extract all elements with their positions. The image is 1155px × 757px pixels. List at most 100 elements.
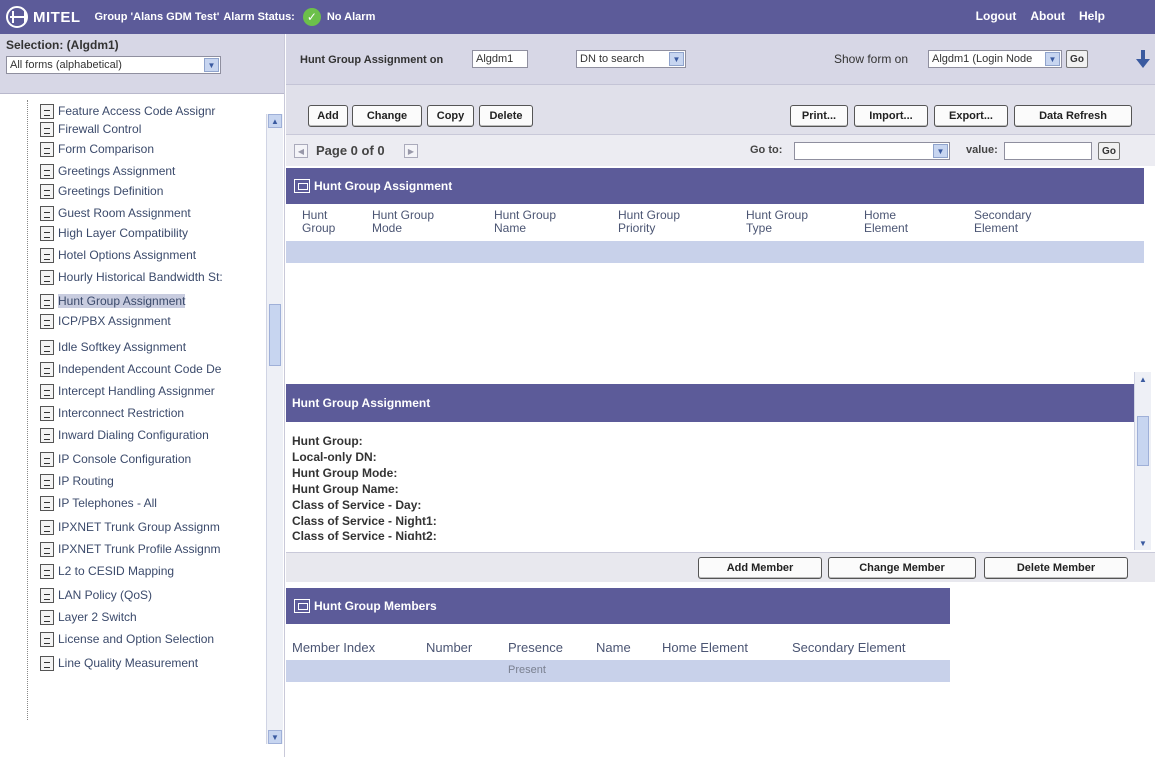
assignment-label: Hunt Group Assignment on bbox=[300, 54, 444, 66]
sidebar-item[interactable]: Hunt Group Assignment bbox=[40, 290, 265, 312]
column-header[interactable]: Hunt Group Name bbox=[494, 206, 618, 240]
sidebar-item[interactable]: Greetings Assignment bbox=[40, 160, 265, 182]
sidebar-item[interactable]: IP Routing bbox=[40, 470, 265, 492]
chevron-down-icon[interactable]: ▼ bbox=[1045, 52, 1060, 66]
form-icon bbox=[40, 247, 54, 263]
sidebar-item[interactable]: IPXNET Trunk Profile Assignm bbox=[40, 538, 265, 560]
add-member-button[interactable]: Add Member bbox=[698, 557, 822, 579]
scroll-down-icon[interactable]: ▼ bbox=[268, 730, 282, 744]
sidebar-item[interactable]: Layer 2 Switch bbox=[40, 606, 265, 628]
scroll-up-icon[interactable]: ▲ bbox=[1136, 372, 1150, 386]
sidebar-item[interactable]: Hourly Historical Bandwidth St: bbox=[40, 266, 265, 288]
table-row[interactable] bbox=[286, 241, 1144, 263]
grid-title: Hunt Group Assignment bbox=[314, 179, 453, 193]
show-form-select[interactable]: Algdm1 (Login Node ▼ bbox=[928, 50, 1062, 68]
sidebar-item[interactable]: Inward Dialing Configuration bbox=[40, 424, 265, 446]
sidebar-item[interactable]: Guest Room Assignment bbox=[40, 202, 265, 224]
delete-button[interactable]: Delete bbox=[479, 105, 533, 127]
form-icon bbox=[40, 141, 54, 157]
column-header[interactable]: Member Index bbox=[292, 640, 375, 655]
column-header[interactable]: Secondary Element bbox=[974, 206, 1084, 240]
scroll-down-icon[interactable]: ▼ bbox=[1136, 536, 1150, 550]
column-header[interactable]: Presence bbox=[508, 640, 563, 655]
next-page-icon[interactable]: ▶ bbox=[404, 144, 418, 158]
goto-select[interactable]: ▼ bbox=[794, 142, 950, 160]
sidebar-item[interactable]: ICP/PBX Assignment bbox=[40, 310, 265, 332]
prev-page-icon[interactable]: ◀ bbox=[294, 144, 308, 158]
alarm-status-label: Alarm Status: bbox=[223, 11, 295, 23]
sidebar-item[interactable]: Greetings Definition bbox=[40, 180, 265, 202]
sidebar-item[interactable]: Firewall Control bbox=[40, 118, 265, 140]
sidebar-item-label: Interconnect Restriction bbox=[58, 406, 185, 420]
top-links: Logout About Help bbox=[976, 9, 1105, 23]
sidebar-item[interactable]: Intercept Handling Assignmer bbox=[40, 380, 265, 402]
chevron-down-icon[interactable]: ▼ bbox=[669, 52, 684, 66]
form-icon bbox=[40, 383, 54, 399]
mitel-logo-icon bbox=[6, 6, 28, 28]
pager: ◀ Page 0 of 0 ▶ Go to: ▼ value: Go bbox=[286, 134, 1155, 166]
sidebar-item-label: Layer 2 Switch bbox=[58, 610, 137, 624]
form-icon bbox=[40, 313, 54, 329]
chevron-down-icon[interactable]: ▼ bbox=[204, 58, 219, 72]
sidebar-item[interactable]: Idle Softkey Assignment bbox=[40, 336, 265, 358]
grid-columns: Hunt Group Hunt Group Mode Hunt Group Na… bbox=[286, 206, 1155, 240]
sidebar-item-label: License and Option Selection bbox=[58, 632, 215, 646]
scroll-thumb[interactable] bbox=[269, 304, 281, 366]
copy-button[interactable]: Copy bbox=[427, 105, 474, 127]
sidebar-item[interactable]: License and Option Selection bbox=[40, 628, 265, 650]
form-icon bbox=[40, 519, 54, 535]
sidebar-item[interactable]: Independent Account Code De bbox=[40, 358, 265, 380]
value-go-button[interactable]: Go bbox=[1098, 142, 1120, 160]
sidebar-item[interactable]: Line Quality Measurement bbox=[40, 652, 265, 674]
change-member-button[interactable]: Change Member bbox=[828, 557, 976, 579]
sidebar-item[interactable]: IPXNET Trunk Group Assignm bbox=[40, 516, 265, 538]
form-icon bbox=[40, 225, 54, 241]
sidebar-item[interactable]: IP Telephones - All bbox=[40, 492, 265, 514]
change-button[interactable]: Change bbox=[352, 105, 422, 127]
column-header[interactable]: Hunt Group Mode bbox=[372, 206, 494, 240]
column-header[interactable]: Home Element bbox=[662, 640, 748, 655]
scroll-thumb[interactable] bbox=[1137, 416, 1149, 466]
sidebar-item-label: IPXNET Trunk Group Assignm bbox=[58, 520, 220, 534]
column-header[interactable]: Secondary Element bbox=[792, 640, 905, 655]
sidebar-item[interactable]: High Layer Compatibility bbox=[40, 222, 265, 244]
chevron-down-icon[interactable]: ▼ bbox=[933, 144, 948, 158]
sidebar-vertical-scrollbar[interactable]: ▲ ▼ bbox=[266, 114, 283, 744]
dn-search-select[interactable]: DN to search ▼ bbox=[576, 50, 686, 68]
detail-scrollbar[interactable]: ▲ ▼ bbox=[1134, 372, 1151, 550]
add-button[interactable]: Add bbox=[308, 105, 348, 127]
sidebar-item[interactable]: IP Console Configuration bbox=[40, 448, 265, 470]
table-row[interactable]: Present bbox=[286, 660, 950, 682]
sidebar-item-label: Form Comparison bbox=[58, 142, 155, 156]
column-header[interactable]: Home Element bbox=[864, 206, 974, 240]
column-header[interactable]: Hunt Group bbox=[286, 206, 372, 240]
sidebar-item[interactable]: Form Comparison bbox=[40, 138, 265, 160]
sidebar-item[interactable]: Hotel Options Assignment bbox=[40, 244, 265, 266]
show-form-go-button[interactable]: Go bbox=[1066, 50, 1088, 68]
import-button[interactable]: Import... bbox=[854, 105, 928, 127]
value-input[interactable] bbox=[1004, 142, 1092, 160]
column-header[interactable]: Name bbox=[596, 640, 631, 655]
export-button[interactable]: Export... bbox=[934, 105, 1008, 127]
column-header[interactable]: Number bbox=[426, 640, 472, 655]
about-link[interactable]: About bbox=[1030, 9, 1065, 23]
sidebar-item[interactable]: L2 to CESID Mapping bbox=[40, 560, 265, 582]
sidebar-item[interactable]: Interconnect Restriction bbox=[40, 402, 265, 424]
form-icon bbox=[294, 599, 310, 613]
form-icon bbox=[40, 427, 54, 443]
scroll-up-icon[interactable]: ▲ bbox=[268, 114, 282, 128]
logout-link[interactable]: Logout bbox=[976, 9, 1017, 23]
down-arrow-icon[interactable] bbox=[1136, 49, 1150, 69]
print-button[interactable]: Print... bbox=[790, 105, 848, 127]
forms-select[interactable]: All forms (alphabetical) ▼ bbox=[6, 56, 221, 74]
data-refresh-button[interactable]: Data Refresh bbox=[1014, 105, 1132, 127]
help-link[interactable]: Help bbox=[1079, 9, 1105, 23]
selection-header: Selection: (Algdm1) All forms (alphabeti… bbox=[0, 34, 284, 94]
delete-member-button[interactable]: Delete Member bbox=[984, 557, 1128, 579]
sidebar-item-label: Guest Room Assignment bbox=[58, 206, 191, 220]
column-header[interactable]: Hunt Group Priority bbox=[618, 206, 746, 240]
column-header[interactable]: Hunt Group Type bbox=[746, 206, 864, 240]
sidebar-item[interactable]: LAN Policy (QoS) bbox=[40, 584, 265, 606]
alarm-ok-icon: ✓ bbox=[302, 8, 321, 26]
form-icon bbox=[40, 609, 54, 625]
